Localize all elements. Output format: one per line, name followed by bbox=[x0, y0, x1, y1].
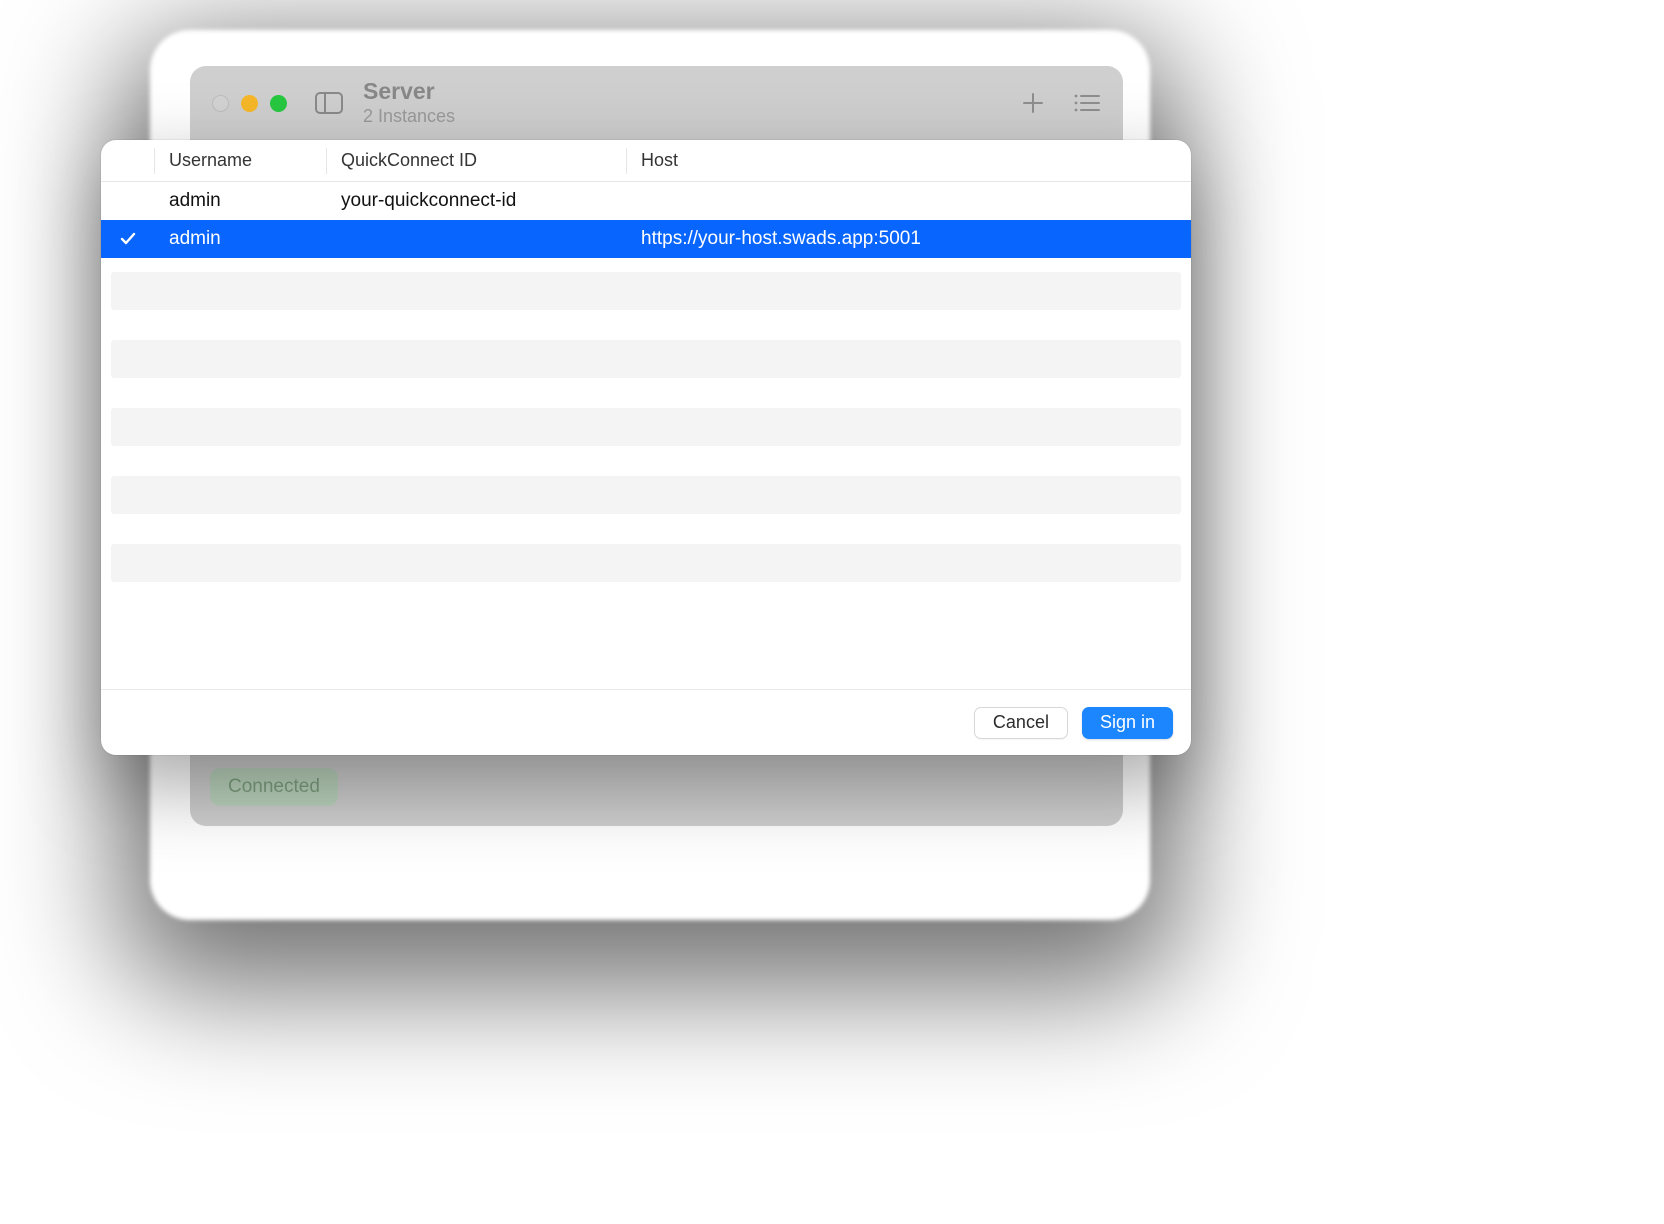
table-header: Username QuickConnect ID Host bbox=[101, 140, 1191, 182]
column-quickconnect[interactable]: QuickConnect ID bbox=[327, 148, 627, 174]
column-username[interactable]: Username bbox=[155, 148, 327, 174]
empty-row bbox=[111, 272, 1181, 310]
signin-sheet: Username QuickConnect ID Host admin your… bbox=[101, 140, 1191, 755]
empty-row bbox=[111, 408, 1181, 446]
sidebar-toggle-icon[interactable] bbox=[315, 92, 343, 114]
close-window-button[interactable] bbox=[212, 95, 229, 112]
window-subtitle: 2 Instances bbox=[363, 106, 455, 127]
minimize-window-button[interactable] bbox=[241, 95, 258, 112]
row-username: admin bbox=[155, 228, 327, 250]
row-username: admin bbox=[155, 190, 327, 212]
cancel-button[interactable]: Cancel bbox=[974, 707, 1068, 739]
empty-row bbox=[111, 544, 1181, 582]
table-row[interactable]: admin https://your-host.swads.app:5001 bbox=[101, 220, 1191, 258]
titlebar: Server 2 Instances bbox=[190, 66, 1123, 140]
column-selected[interactable] bbox=[101, 148, 155, 174]
list-icon[interactable] bbox=[1073, 92, 1101, 114]
status-badge: Connected bbox=[210, 768, 338, 806]
row-host: https://your-host.swads.app:5001 bbox=[627, 228, 1191, 250]
column-host[interactable]: Host bbox=[627, 148, 1191, 174]
title-group: Server 2 Instances bbox=[363, 79, 455, 127]
add-icon[interactable] bbox=[1021, 91, 1045, 115]
checkmark-icon bbox=[101, 230, 155, 248]
signin-button[interactable]: Sign in bbox=[1082, 707, 1173, 739]
table-body: admin your-quickconnect-id admin https:/… bbox=[101, 182, 1191, 689]
maximize-window-button[interactable] bbox=[270, 95, 287, 112]
table-row[interactable]: admin your-quickconnect-id bbox=[101, 182, 1191, 220]
window-controls bbox=[212, 95, 287, 112]
row-quickconnect: your-quickconnect-id bbox=[327, 190, 627, 212]
empty-row bbox=[111, 340, 1181, 378]
empty-row bbox=[111, 476, 1181, 514]
window-title: Server bbox=[363, 79, 455, 104]
sheet-footer: Cancel Sign in bbox=[101, 689, 1191, 755]
